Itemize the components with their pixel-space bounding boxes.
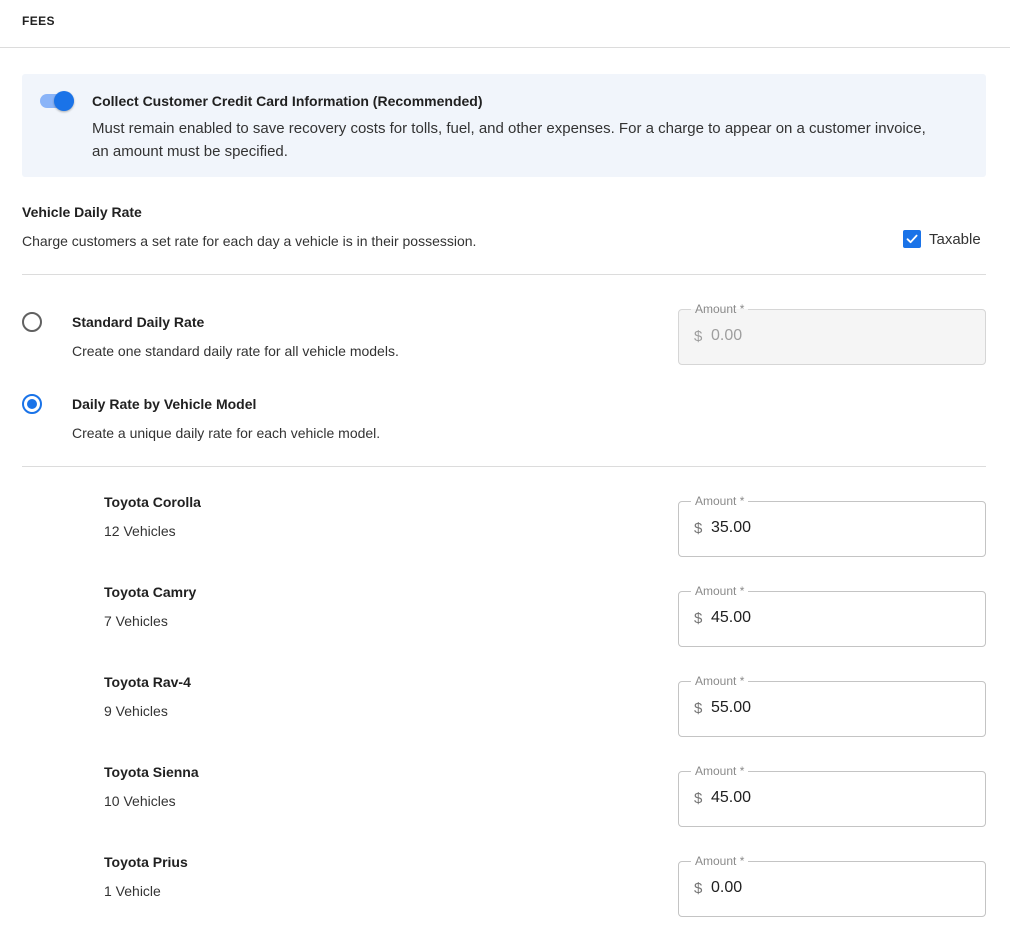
amount-field-corolla[interactable]: Amount * $ [678,493,986,557]
model-name-corolla: Toyota Corolla [104,494,201,510]
amount-field-rav4[interactable]: Amount * $ [678,673,986,737]
daily-rate-by-model-radio[interactable] [22,394,42,414]
currency-symbol: $ [694,610,703,627]
daily-rate-title: Vehicle Daily Rate [22,204,142,220]
amount-field-sienna[interactable]: Amount * $ [678,763,986,827]
model-name-sienna: Toyota Sienna [104,764,199,780]
currency-symbol: $ [694,700,703,717]
divider [22,274,986,275]
radio-selected-dot [27,399,37,409]
divider [22,466,986,467]
standard-daily-rate-radio[interactable] [22,312,42,332]
amount-field-camry[interactable]: Amount * $ [678,583,986,647]
toggle-thumb [54,91,74,111]
model-count-camry: 7 Vehicles [104,613,168,629]
section-heading: FEES [22,14,55,28]
amount-label: Amount * [691,763,749,779]
currency-symbol: $ [694,520,703,537]
daily-rate-by-model-description: Create a unique daily rate for each vehi… [72,425,381,441]
model-count-rav4: 9 Vehicles [104,703,168,719]
fees-header: FEES [0,0,1010,48]
currency-symbol: $ [694,880,703,897]
daily-rate-by-model-title: Daily Rate by Vehicle Model [72,396,257,412]
model-count-sienna: 10 Vehicles [104,793,176,809]
amount-input-sienna[interactable] [711,789,971,807]
amount-label: Amount * [691,583,749,599]
daily-rate-description: Charge customers a set rate for each day… [22,233,477,249]
amount-input-prius[interactable] [711,879,971,897]
amount-label: Amount * [691,301,749,317]
amount-label: Amount * [691,853,749,869]
model-name-prius: Toyota Prius [104,854,188,870]
currency-symbol: $ [694,328,703,345]
checkbox-checked-icon[interactable] [903,230,921,248]
amount-field-prius[interactable]: Amount * $ [678,853,986,917]
model-count-prius: 1 Vehicle [104,883,161,899]
model-name-rav4: Toyota Rav-4 [104,674,191,690]
model-count-corolla: 12 Vehicles [104,523,176,539]
standard-daily-rate-title: Standard Daily Rate [72,314,205,330]
amount-input-camry[interactable] [711,609,971,627]
credit-card-banner: Collect Customer Credit Card Information… [22,74,986,177]
model-name-camry: Toyota Camry [104,584,197,600]
banner-title: Collect Customer Credit Card Information… [92,93,483,109]
taxable-checkbox[interactable]: Taxable [903,230,981,248]
amount-input-corolla[interactable] [711,519,971,537]
taxable-label: Taxable [929,230,981,248]
standard-daily-rate-description: Create one standard daily rate for all v… [72,343,399,359]
standard-amount-input[interactable] [711,327,971,345]
amount-label: Amount * [691,493,749,509]
currency-symbol: $ [694,790,703,807]
collect-credit-card-toggle[interactable] [40,91,76,111]
amount-input-rav4[interactable] [711,699,971,717]
standard-amount-field[interactable]: Amount * $ [678,301,986,365]
banner-description: Must remain enabled to save recovery cos… [92,120,926,160]
amount-label: Amount * [691,673,749,689]
